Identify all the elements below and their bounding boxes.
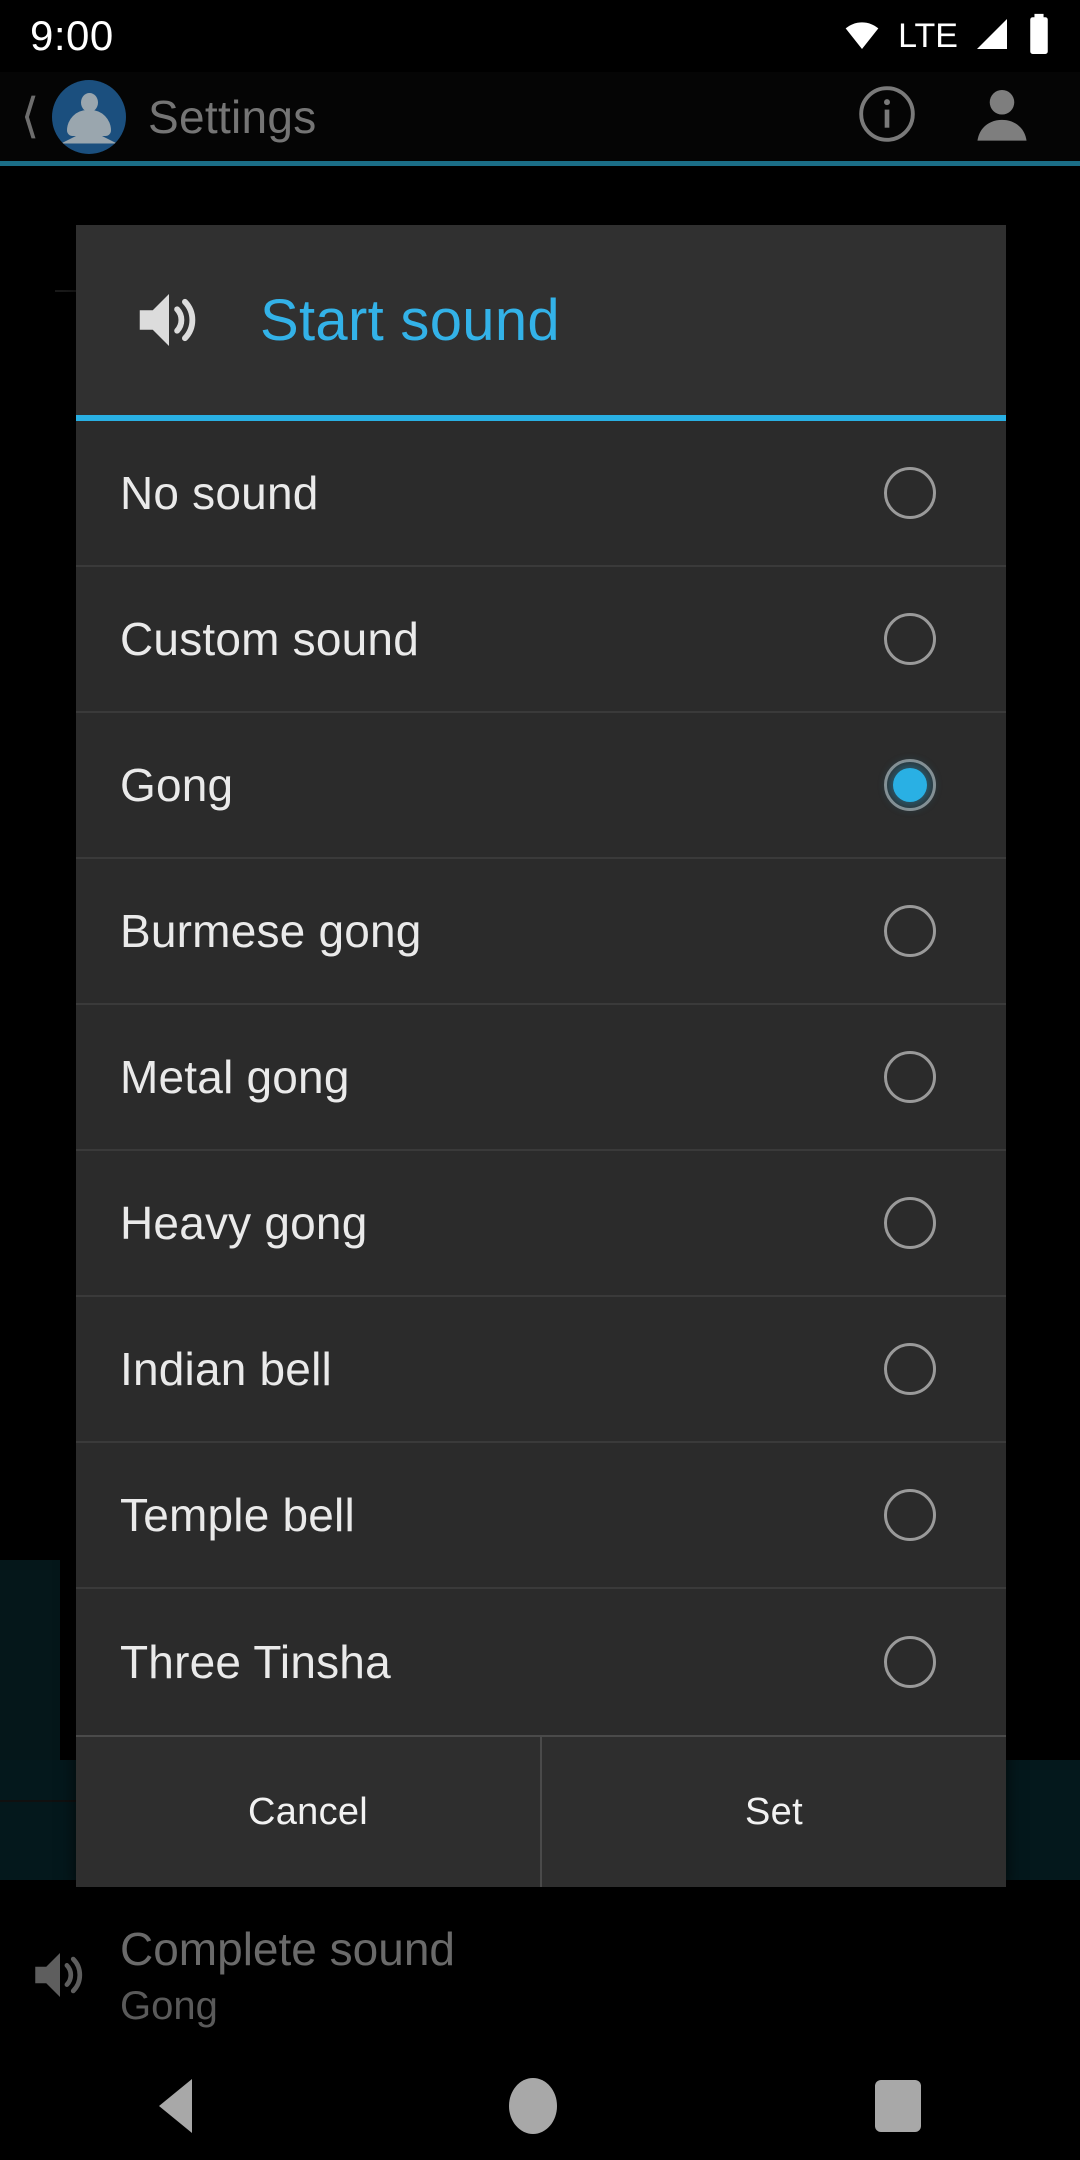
list-item[interactable]: Heavy gong	[76, 1151, 1006, 1297]
nav-recents-icon[interactable]	[875, 2080, 922, 2132]
sound-option-list: No sound Custom sound Gong Burmese gong …	[76, 421, 1006, 1735]
nav-back-icon[interactable]	[158, 2079, 192, 2133]
radio-button[interactable]	[884, 1051, 936, 1103]
info-icon[interactable]	[856, 83, 918, 150]
option-label: Heavy gong	[120, 1197, 368, 1249]
radio-button[interactable]	[884, 1197, 936, 1249]
dialog-header: Start sound	[76, 225, 1006, 421]
app-bar-accent-line	[0, 161, 1080, 166]
list-item[interactable]: Custom sound	[76, 567, 1006, 713]
network-type-label: LTE	[898, 16, 958, 55]
battery-icon	[1026, 13, 1052, 60]
setting-row-texts: Complete sound Gong	[120, 1922, 455, 2029]
radio-button[interactable]	[884, 467, 936, 519]
option-label: Temple bell	[120, 1489, 355, 1541]
option-label: Metal gong	[120, 1051, 350, 1103]
list-item[interactable]: Burmese gong	[76, 859, 1006, 1005]
option-label: Gong	[120, 759, 234, 811]
start-sound-dialog: Start sound No sound Custom sound Gong B…	[76, 225, 1006, 1887]
page-title: Settings	[148, 90, 317, 143]
status-bar: 9:00 LTE	[0, 0, 1080, 72]
account-avatar-icon[interactable]	[970, 82, 1034, 151]
navigation-bar	[0, 2052, 1080, 2160]
list-item[interactable]: No sound	[76, 421, 1006, 567]
meditation-app-icon	[52, 79, 126, 154]
status-clock: 9:00	[30, 12, 114, 59]
radio-button[interactable]	[884, 1489, 936, 1541]
list-item[interactable]: Gong	[76, 713, 1006, 859]
setting-row-complete-sound[interactable]: Complete sound Gong	[0, 1900, 1080, 2050]
signal-icon	[972, 14, 1012, 59]
app-icon-head	[81, 92, 98, 112]
cancel-button[interactable]: Cancel	[76, 1737, 540, 1887]
option-label: No sound	[120, 467, 319, 519]
app-bar-actions	[856, 82, 1034, 151]
option-label: Custom sound	[120, 613, 419, 665]
radio-button-selected[interactable]	[884, 759, 936, 811]
dialog-title: Start sound	[260, 287, 560, 353]
radio-button[interactable]	[884, 1636, 936, 1688]
nav-home-icon[interactable]	[509, 2078, 558, 2134]
speaker-icon	[0, 1942, 120, 2008]
app-bar: ⟨ Settings	[0, 72, 1080, 162]
list-item[interactable]: Indian bell	[76, 1297, 1006, 1443]
set-button[interactable]: Set	[540, 1737, 1006, 1887]
list-item[interactable]: Metal gong	[76, 1005, 1006, 1151]
option-label: Burmese gong	[120, 905, 422, 957]
back-chevron-icon[interactable]: ⟨	[10, 92, 50, 141]
list-item[interactable]: Temple bell	[76, 1443, 1006, 1589]
dialog-action-bar: Cancel Set	[76, 1735, 1006, 1887]
option-label: Indian bell	[120, 1343, 332, 1395]
speaker-volume-icon	[126, 281, 212, 359]
radio-button[interactable]	[884, 905, 936, 957]
status-icon-group: LTE	[840, 13, 1052, 60]
radio-button[interactable]	[884, 613, 936, 665]
wifi-icon	[840, 14, 884, 59]
radio-button[interactable]	[884, 1343, 936, 1395]
phone-screen: Complete sound Gong 9:00 LTE ⟨ Settings …	[0, 0, 1080, 2160]
setting-title: Complete sound	[120, 1922, 455, 1975]
list-item[interactable]: Three Tinsha	[76, 1589, 1006, 1735]
option-label: Three Tinsha	[120, 1636, 391, 1688]
setting-value: Gong	[120, 1983, 218, 2028]
